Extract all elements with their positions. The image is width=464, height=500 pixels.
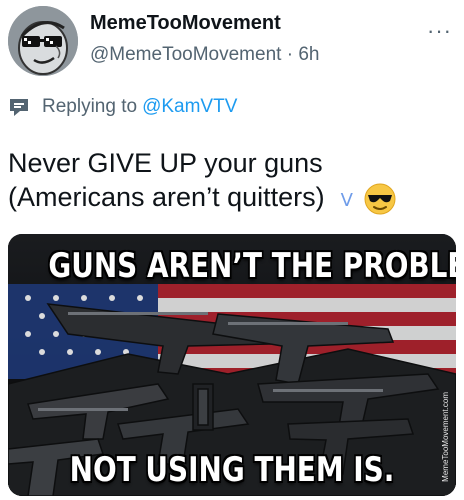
meta-separator: · <box>281 44 299 65</box>
meme-bottom-caption: NOT USING THEM IS. <box>69 450 395 490</box>
author-meta: @MemeTooMovement · 6h <box>90 44 319 66</box>
sunglasses-emoji-icon <box>363 182 397 216</box>
reply-prefix: Replying to <box>42 96 138 117</box>
tweet-line-1: Never GIVE UP your guns <box>8 148 323 178</box>
sunglasses-face-icon <box>8 6 78 76</box>
meme-image[interactable]: GUNS AREN’T THE PROBLEM. NOT USING THEM … <box>8 234 456 496</box>
tweet-timestamp[interactable]: 6h <box>298 44 319 65</box>
author-handle[interactable]: @MemeTooMovement <box>90 44 281 65</box>
meme-watermark: MemeTooMovement.com <box>441 392 450 482</box>
tweet-line-2: (Americans aren’t quitters) <box>8 182 325 212</box>
tweet-line-2-wrap: (Americans aren’t quitters) V <box>8 180 456 218</box>
tweet-text: Never GIVE UP your guns (Americans aren’… <box>8 146 456 218</box>
meme-top-caption: GUNS AREN’T THE PROBLEM. <box>48 246 456 286</box>
v-glyph: V <box>340 190 353 211</box>
more-options-button[interactable]: ··· <box>427 18 452 44</box>
reply-context: Replying to @KamVTV <box>8 96 237 118</box>
reply-context-icon <box>8 97 30 117</box>
author-display-name[interactable]: MemeTooMovement <box>90 12 281 35</box>
avatar[interactable] <box>8 6 78 76</box>
reply-target-link[interactable]: @KamVTV <box>142 96 237 118</box>
